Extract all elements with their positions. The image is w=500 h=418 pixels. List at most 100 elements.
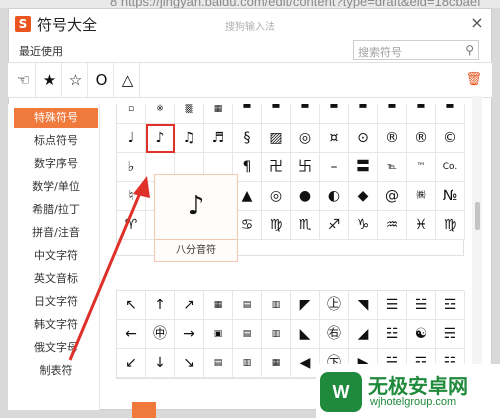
symbol-cell[interactable]: ▀	[262, 104, 291, 124]
symbol-cell[interactable]: →	[175, 320, 204, 349]
symbol-cell[interactable]: ▦	[204, 291, 233, 320]
recent-symbol[interactable]: △	[116, 63, 140, 97]
symbol-cell[interactable]: ◢	[349, 320, 378, 349]
search-box[interactable]: ⚲	[353, 40, 479, 62]
symbol-cell[interactable]: ♫	[175, 124, 204, 153]
symbol-cell[interactable]: ◆	[349, 182, 378, 211]
sidebar-item-phonetic[interactable]: 英文音标	[14, 269, 98, 289]
symbol-cell[interactable]: 卍	[262, 153, 291, 182]
symbol-cell[interactable]: ®	[378, 124, 407, 153]
symbol-cell[interactable]: ※	[146, 104, 175, 124]
symbol-cell[interactable]: ♭	[117, 153, 146, 182]
symbol-cell[interactable]: ▀	[320, 104, 349, 124]
symbol-cell[interactable]: ◥	[349, 291, 378, 320]
symbol-cell[interactable]: ▣	[204, 320, 233, 349]
symbol-cell[interactable]: ↙	[117, 349, 146, 378]
symbol-cell[interactable]: ●	[291, 182, 320, 211]
symbol-cell[interactable]: ◐	[320, 182, 349, 211]
symbol-cell[interactable]: ♬	[204, 124, 233, 153]
symbol-cell[interactable]: ©	[436, 124, 465, 153]
symbol-cell[interactable]: ←	[117, 320, 146, 349]
symbol-cell[interactable]: ☱	[407, 291, 436, 320]
symbol-cell[interactable]: ☴	[436, 320, 465, 349]
symbol-cell[interactable]: ▤	[204, 349, 233, 378]
symbol-cell[interactable]: ♒	[378, 211, 407, 240]
symbol-cell[interactable]: ↓	[146, 349, 175, 378]
symbol-cell[interactable]: ◎	[262, 182, 291, 211]
sidebar-item-special[interactable]: 特殊符号	[14, 108, 98, 128]
sidebar-item-greek[interactable]: 希腊/拉丁	[14, 200, 98, 220]
symbol-cell[interactable]: ♮	[117, 182, 146, 211]
search-input[interactable]	[358, 43, 462, 62]
symbol-cell[interactable]: ♍	[262, 211, 291, 240]
symbol-cell[interactable]: №	[436, 182, 465, 211]
sidebar-item-russian[interactable]: 俄文字母	[14, 338, 98, 358]
recent-symbol[interactable]: ☆	[64, 63, 88, 97]
symbol-cell[interactable]: ↘	[175, 349, 204, 378]
grid-scrollbar[interactable]	[472, 96, 482, 402]
sidebar-item-japanese[interactable]: 日文字符	[14, 292, 98, 312]
recent-symbol[interactable]: O	[90, 63, 114, 97]
symbol-cell[interactable]: ↑	[146, 291, 175, 320]
scrollbar-thumb[interactable]	[475, 202, 480, 230]
symbol-cell[interactable]: ▀	[407, 104, 436, 124]
symbol-cell[interactable]: 〓	[349, 153, 378, 182]
symbol-cell[interactable]: ®	[407, 124, 436, 153]
symbol-cell[interactable]: ♏	[291, 211, 320, 240]
symbol-cell[interactable]: ㊨	[320, 320, 349, 349]
recent-symbol[interactable]: ☜	[12, 63, 36, 97]
symbol-cell[interactable]: 卐	[291, 153, 320, 182]
symbol-cell[interactable]: ▥	[262, 291, 291, 320]
symbol-cell[interactable]: ⊙	[349, 124, 378, 153]
symbol-cell[interactable]: ♐	[320, 211, 349, 240]
symbol-cell[interactable]: ▀	[436, 104, 465, 124]
symbol-cell[interactable]: ♑	[349, 211, 378, 240]
symbol-cell[interactable]: ↖	[117, 291, 146, 320]
symbol-cell[interactable]: ◎	[291, 124, 320, 153]
symbol-cell[interactable]: ㊥	[146, 320, 175, 349]
symbol-cell[interactable]: ▦	[204, 104, 233, 124]
sidebar-item-pinyin[interactable]: 拼音/注音	[14, 223, 98, 243]
symbol-cell[interactable]: ▀	[378, 104, 407, 124]
symbol-cell[interactable]: ▤	[233, 291, 262, 320]
symbol-cell[interactable]: ㊤	[320, 291, 349, 320]
symbol-cell[interactable]: ㈱	[407, 182, 436, 211]
symbol-cell[interactable]: ¤	[320, 124, 349, 153]
symbol-cell[interactable]: ◣	[291, 320, 320, 349]
symbol-cell[interactable]: ♓	[407, 211, 436, 240]
symbol-cell[interactable]: ▀	[233, 104, 262, 124]
symbol-cell[interactable]: ▒	[175, 104, 204, 124]
symbol-cell[interactable]: ◤	[291, 291, 320, 320]
symbol-cell[interactable]: ▦	[262, 349, 291, 378]
symbol-cell-eighth-note-highlighted[interactable]: ♪	[146, 124, 175, 153]
symbol-cell[interactable]: @	[378, 182, 407, 211]
sidebar-item-box-drawing[interactable]: 制表符	[14, 361, 98, 381]
symbol-cell[interactable]: ♩	[117, 124, 146, 153]
symbol-cell[interactable]: ▀	[349, 104, 378, 124]
recent-symbol[interactable]: ★	[38, 63, 62, 97]
symbol-cell[interactable]: ☯	[407, 320, 436, 349]
symbol-cell[interactable]: ♍	[436, 211, 465, 240]
symbol-cell[interactable]: ☰	[378, 291, 407, 320]
sidebar-item-chinese[interactable]: 中文字符	[14, 246, 98, 266]
sidebar-item-math[interactable]: 数学/单位	[14, 177, 98, 197]
symbol-cell[interactable]: ▤	[233, 320, 262, 349]
symbol-cell[interactable]: ▨	[262, 124, 291, 153]
symbol-cell[interactable]: ☳	[378, 320, 407, 349]
sidebar-item-numbers[interactable]: 数字序号	[14, 154, 98, 174]
symbol-cell[interactable]: ▥	[262, 320, 291, 349]
sidebar-item-korean[interactable]: 韩文字符	[14, 315, 98, 335]
close-button[interactable]: ×	[467, 13, 487, 33]
symbol-cell[interactable]: ↗	[175, 291, 204, 320]
symbol-cell[interactable]: ▀	[291, 104, 320, 124]
symbol-cell[interactable]: ▥	[233, 349, 262, 378]
symbol-cell[interactable]: §	[233, 124, 262, 153]
symbol-cell[interactable]: ℡	[378, 153, 407, 182]
trash-icon[interactable]: 🗑	[465, 72, 482, 87]
symbol-cell[interactable]: ™	[407, 153, 436, 182]
symbol-cell[interactable]: ▫	[117, 104, 146, 124]
symbol-cell[interactable]: Co.	[436, 153, 465, 182]
symbol-cell[interactable]: –	[320, 153, 349, 182]
sidebar-item-punctuation[interactable]: 标点符号	[14, 131, 98, 151]
symbol-cell[interactable]: ☲	[436, 291, 465, 320]
